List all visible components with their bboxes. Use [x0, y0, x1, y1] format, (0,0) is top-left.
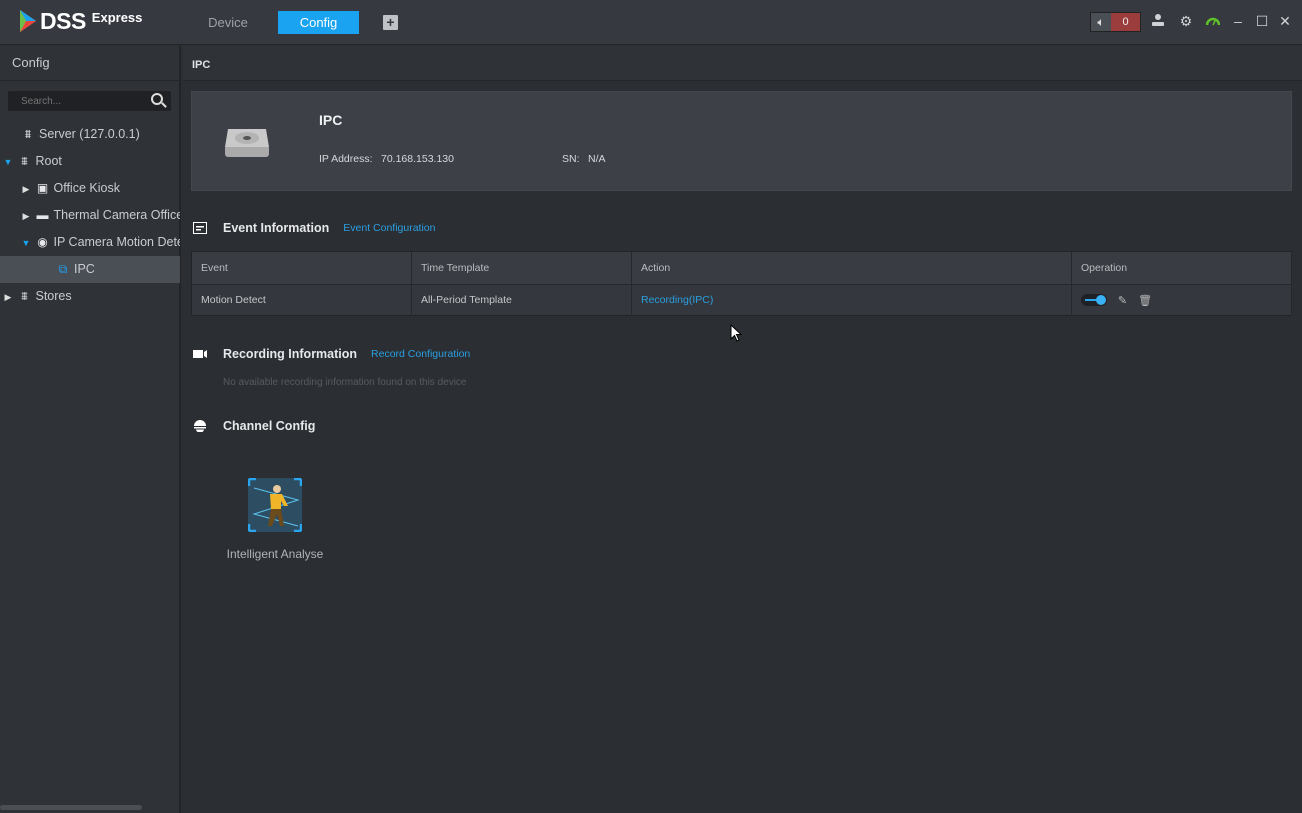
search-icon[interactable]	[151, 93, 163, 105]
main-panel: IPC IPC IP Address: 70.168.153.130 SN: N…	[183, 46, 1302, 813]
device-info-card: IPC IP Address: 70.168.153.130 SN: N/A	[191, 91, 1292, 191]
server-icon: ⩩	[21, 154, 28, 168]
tree-label: Server (127.0.0.1)	[39, 127, 140, 141]
event-section-header: Event Information Event Configuration	[193, 221, 436, 235]
alarm-count: 0	[1111, 13, 1140, 31]
breadcrumb: IPC	[183, 46, 1302, 81]
tree-item-server[interactable]: ⩩ Server (127.0.0.1)	[0, 121, 180, 148]
tree-item-ip-camera[interactable]: ▼ ◉ IP Camera Motion Detection	[0, 229, 180, 256]
speaker-icon: 🔈︎	[1091, 13, 1111, 31]
maximize-icon[interactable]: ☐	[1254, 13, 1270, 29]
edit-icon[interactable]: ✎	[1118, 294, 1127, 307]
sn-value: N/A	[588, 153, 606, 165]
collapsed-arrow-icon[interactable]: ▶	[3, 284, 13, 310]
dome-camera-icon	[194, 420, 206, 432]
operation-cell: ✎ 🗑︎	[1071, 284, 1292, 316]
camera-icon: ◉	[37, 235, 48, 249]
event-cell: Motion Detect	[191, 284, 412, 316]
server-icon: ⩩	[24, 127, 32, 141]
no-recording-message: No available recording information found…	[223, 377, 467, 388]
table-row: Motion Detect All-Period Template Record…	[191, 284, 1292, 316]
video-camera-icon	[193, 350, 207, 358]
tree-label: IP Camera Motion Detection	[53, 235, 180, 249]
close-icon[interactable]: ✕	[1277, 13, 1293, 29]
tree-item-ipc[interactable]: ⧉ IPC	[0, 256, 180, 283]
gear-icon[interactable]: ⚙	[1178, 13, 1194, 29]
channel-icon: ⧉	[58, 262, 68, 276]
tree-label: Root	[35, 154, 62, 168]
sidebar: Config ⩩Server (127.0.0.1) ▼ ⩩Root ▶ ▣Of…	[0, 46, 181, 813]
intelligent-analyse-label: Intelligent Analyse	[226, 547, 324, 561]
performance-gauge-icon[interactable]	[1205, 13, 1221, 29]
column-header-event: Event	[191, 251, 412, 285]
horizontal-scrollbar[interactable]	[0, 805, 142, 810]
delete-icon[interactable]: 🗑︎	[1138, 294, 1152, 307]
logo-text: DSS	[40, 8, 86, 34]
expanded-arrow-icon[interactable]: ▼	[3, 149, 13, 175]
ipc-device-icon	[225, 129, 269, 157]
event-configuration-link[interactable]: Event Configuration	[343, 222, 435, 234]
ip-label: IP Address:	[319, 153, 373, 165]
ip-value: 70.168.153.130	[381, 153, 454, 165]
tree-label: Stores	[35, 289, 72, 303]
action-link[interactable]: Recording(IPC)	[631, 284, 1072, 316]
event-section-title: Event Information	[223, 221, 330, 235]
intelligent-analyse-icon	[247, 477, 303, 533]
top-bar: DSS Express Device Config + 🔈︎ 0 ⚙ – ☐ ✕	[0, 0, 1302, 45]
collapsed-arrow-icon[interactable]: ▶	[21, 203, 31, 229]
column-header-action: Action	[631, 251, 1072, 285]
server-icon: ⩩	[21, 289, 28, 303]
minimize-icon[interactable]: –	[1230, 13, 1246, 29]
search-input[interactable]	[8, 91, 143, 111]
event-table: Event Time Template Action Operation Mot…	[191, 251, 1292, 316]
intelligent-analyse-button[interactable]: Intelligent Analyse	[219, 477, 331, 561]
add-tab-button[interactable]: +	[383, 15, 398, 30]
sn-label: SN:	[562, 153, 580, 165]
kiosk-icon: ▣	[36, 181, 49, 195]
tree-item-thermal-camera[interactable]: ▶ ▬ Thermal Camera Office	[0, 202, 180, 229]
channel-section-title: Channel Config	[223, 419, 316, 433]
expanded-arrow-icon[interactable]: ▼	[21, 230, 31, 256]
table-header-row: Event Time Template Action Operation	[191, 251, 1292, 285]
enable-toggle[interactable]	[1081, 294, 1107, 306]
tree-label: Thermal Camera Office	[53, 208, 180, 222]
logo-subtext: Express	[91, 10, 143, 25]
tree-label: IPC	[74, 262, 95, 276]
recording-section-title: Recording Information	[223, 347, 358, 361]
user-icon[interactable]	[1150, 13, 1166, 29]
nvr-icon: ▬	[36, 208, 49, 222]
logo-icon	[20, 10, 36, 32]
time-template-cell: All-Period Template	[411, 284, 632, 316]
record-configuration-link[interactable]: Record Configuration	[371, 348, 470, 360]
column-header-time-template: Time Template	[411, 251, 632, 285]
app-logo: DSS Express	[18, 8, 142, 34]
column-header-operation: Operation	[1071, 251, 1292, 285]
search-box	[8, 91, 171, 111]
tab-config[interactable]: Config	[278, 11, 359, 34]
mouse-cursor-icon	[730, 324, 742, 342]
device-name: IPC	[319, 112, 343, 128]
tree-item-office-kiosk[interactable]: ▶ ▣ Office Kiosk	[0, 175, 180, 202]
event-list-icon	[193, 222, 207, 234]
recording-section-header: Recording Information Record Configurati…	[193, 347, 470, 361]
collapsed-arrow-icon[interactable]: ▶	[21, 176, 31, 202]
tree-item-stores[interactable]: ▶ ⩩ Stores	[0, 283, 180, 310]
channel-section-header: Channel Config	[193, 419, 329, 433]
tab-device[interactable]: Device	[195, 11, 261, 34]
tree-item-root[interactable]: ▼ ⩩ Root	[0, 148, 180, 175]
tree-label: Office Kiosk	[53, 181, 120, 195]
sidebar-title: Config	[0, 46, 179, 81]
alarm-button[interactable]: 🔈︎ 0	[1090, 12, 1141, 32]
